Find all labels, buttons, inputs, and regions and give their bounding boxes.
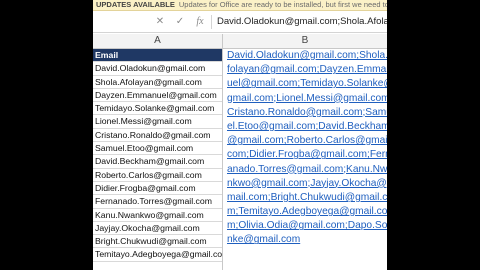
email-cell[interactable]: Fernanado.Torres@gmail.com — [93, 195, 222, 209]
wrapped-email-line: nke@gmail.com — [227, 234, 301, 246]
update-notification-bar: UPDATES AVAILABLE Updates for Office are … — [93, 0, 387, 11]
email-cell[interactable]: Samuel.Etoo@gmail.com — [93, 142, 222, 156]
wrapped-email-line: gmail.com;Lionel.Messi@gmail.com; — [227, 92, 387, 104]
concatenated-emails-cell[interactable]: David.Oladokun@gmail.com;Shola.A folayan… — [223, 49, 387, 270]
email-cell[interactable]: Bright.Chukwudi@gmail.com — [93, 235, 222, 249]
email-cell[interactable]: Shola.Afolayan@gmail.com — [93, 76, 222, 89]
email-cell[interactable]: David.Beckham@gmail.com — [93, 155, 222, 169]
formula-bar: ✕ ✓ fx David.Oladokun@gmail.com;Shola.Af… — [93, 12, 387, 33]
column-a-cells: Email David.Oladokun@gmail.com Shola.Afo… — [93, 49, 222, 262]
email-header-cell[interactable]: Email — [93, 49, 222, 63]
email-cell[interactable]: Temidayo.Solanke@gmail.com — [93, 102, 222, 116]
enter-check-icon[interactable]: ✓ — [173, 12, 187, 32]
column-header-row: A B — [93, 34, 387, 49]
column-header-a[interactable]: A — [93, 34, 223, 48]
email-cell[interactable]: Temitayo.Adegboyega@gmail.com — [93, 248, 222, 262]
wrapped-email-line: m;Temitayo.Adegboyega@gmail.com — [227, 206, 387, 218]
email-cell[interactable]: Cristano.Ronaldo@gmail.com — [93, 129, 222, 143]
notification-message: Updates for Office are ready to be insta… — [178, 0, 387, 9]
column-header-b[interactable]: B — [223, 34, 387, 48]
email-cell[interactable]: Roberto.Carlos@gmail.com — [93, 169, 222, 182]
cancel-icon[interactable]: ✕ — [153, 12, 167, 32]
notification-title: UPDATES AVAILABLE — [96, 0, 175, 9]
email-cell[interactable]: Didier.Frogba@gmail.com — [93, 182, 222, 196]
wrapped-email-line: el.Etoo@gmail.com;David.Beckham — [227, 120, 387, 132]
wrapped-email-line: anado.Torres@gmail.com;Kanu.Nwa — [227, 163, 387, 175]
email-cell[interactable]: Dayzen.Emmanuel@gmail.com — [93, 89, 222, 103]
wrapped-email-line: m;Olivia.Odia@gmail.com;Dapo.Sola — [227, 220, 387, 232]
email-cell[interactable]: David.Oladokun@gmail.com — [93, 62, 222, 76]
wrapped-email-line: nkwo@gmail.com;Jayjay.Okocha@g — [227, 177, 387, 189]
formula-input[interactable]: David.Oladokun@gmail.com;Shola.Afolayan@… — [217, 12, 387, 32]
wrapped-email-line: folayan@gmail.com;Dayzen.Emman — [227, 64, 387, 76]
wrapped-email-line: @gmail.com;Roberto.Carlos@gmail. — [227, 135, 387, 147]
wrapped-email-line: Cristano.Ronaldo@gmail.com;Samu — [227, 106, 387, 118]
wrapped-email-line: uel@gmail.com;Temidayo.Solanke@ — [227, 78, 387, 90]
wrapped-email-line: mail.com;Bright.Chukwudi@gmail.co — [227, 191, 387, 203]
wrapped-email-line: David.Oladokun@gmail.com;Shola.A — [227, 50, 387, 61]
insert-function-button[interactable]: fx — [193, 12, 207, 32]
spreadsheet-grid: Email David.Oladokun@gmail.com Shola.Afo… — [93, 49, 387, 270]
formula-bar-divider — [211, 15, 212, 29]
wrapped-email-line: com;Didier.Frogba@gmail.com;Ferna — [227, 149, 387, 161]
email-cell[interactable]: Jayjay.Okocha@gmail.com — [93, 222, 222, 236]
email-cell[interactable]: Lionel.Messi@gmail.com — [93, 115, 222, 129]
email-cell[interactable]: Kanu.Nwankwo@gmail.com — [93, 209, 222, 222]
excel-window: UPDATES AVAILABLE Updates for Office are … — [93, 0, 387, 270]
